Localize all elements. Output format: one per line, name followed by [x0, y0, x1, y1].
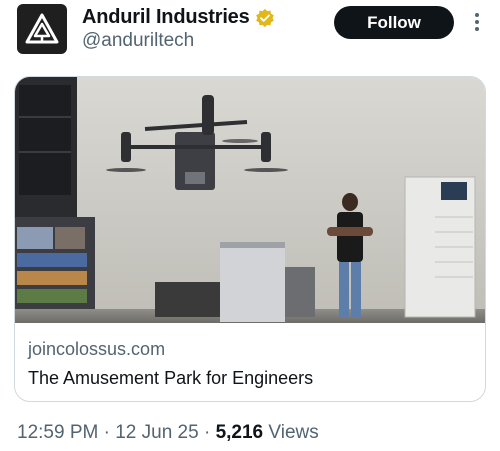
verified-badge-icon: [255, 8, 274, 27]
more-dot: [475, 27, 479, 31]
more-options-icon[interactable]: [463, 8, 491, 36]
views-count: 5,216: [215, 422, 264, 443]
anduril-logo-icon: [25, 13, 59, 44]
card-title[interactable]: The Amusement Park for Engineers: [28, 368, 313, 389]
card-domain[interactable]: joincolossus.com: [28, 339, 165, 360]
card-image[interactable]: [15, 77, 486, 323]
post-time[interactable]: 12:59 PM: [17, 422, 98, 443]
post-header: Anduril Industries @anduriltech Follow: [0, 0, 500, 60]
avatar[interactable]: [17, 4, 67, 54]
meta-separator: ·: [203, 422, 211, 443]
follow-button[interactable]: Follow: [334, 6, 454, 39]
author-name-row[interactable]: Anduril Industries: [82, 6, 275, 29]
meta-separator: ·: [103, 422, 110, 443]
post-meta: 12:59 PM · 12 Jun 25 · 5,216 Views: [17, 422, 319, 444]
link-preview-card[interactable]: joincolossus.com The Amusement Park for …: [14, 76, 486, 402]
author-name[interactable]: Anduril Industries: [82, 6, 250, 29]
author-handle[interactable]: @anduriltech: [82, 30, 194, 52]
more-dot: [475, 13, 479, 17]
post-date[interactable]: 12 Jun 25: [115, 422, 198, 443]
views-label: Views: [268, 422, 319, 443]
more-dot: [475, 20, 479, 24]
